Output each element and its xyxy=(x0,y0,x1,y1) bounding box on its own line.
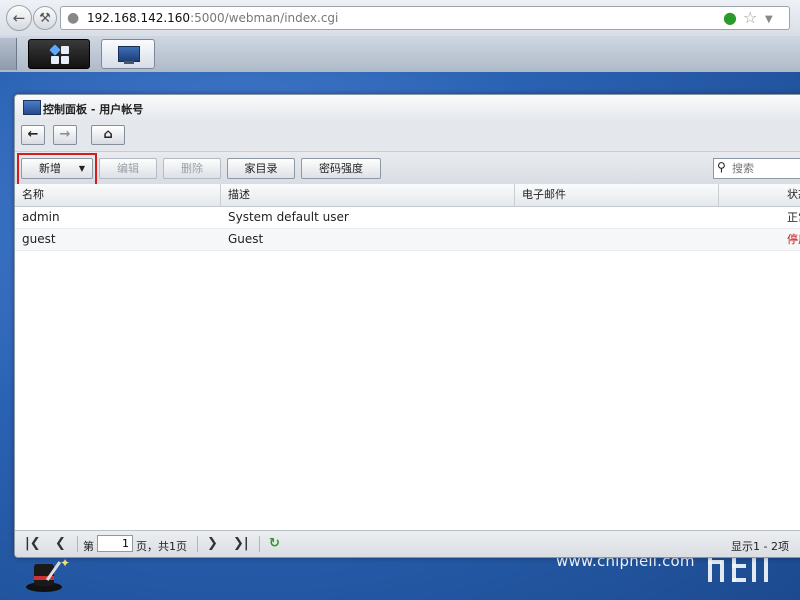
taskbar-control-panel-button[interactable] xyxy=(101,39,155,69)
key-icon: ⚒ xyxy=(39,10,51,26)
prev-page-button[interactable]: ❮ xyxy=(55,536,66,551)
first-page-button[interactable]: |❮ xyxy=(25,536,41,551)
column-header-description[interactable]: 描述 xyxy=(221,184,515,206)
wizard-hat-icon[interactable]: ✦ xyxy=(26,556,70,600)
page-suffix: 页，共1页 xyxy=(136,540,187,553)
delete-button[interactable]: 删除 xyxy=(163,158,221,179)
back-arrow-icon: ← xyxy=(12,9,26,27)
page-prefix: 第 xyxy=(83,540,94,553)
cell-email xyxy=(515,207,719,228)
column-header-name[interactable]: 名称 xyxy=(15,184,221,206)
user-toolbar: 新增 ▼ 编辑 删除 家目录 密码强度 ⚲ xyxy=(15,151,800,186)
cell-name: admin xyxy=(22,210,60,224)
pager-divider xyxy=(197,536,198,552)
table-row[interactable]: guest Guest 停用 xyxy=(15,229,800,251)
cell-description: Guest xyxy=(228,232,264,246)
arrow-right-icon: → xyxy=(59,127,71,142)
page-number-input[interactable] xyxy=(97,535,133,552)
go-icon[interactable]: ● xyxy=(723,10,737,26)
home-directory-button[interactable]: 家目录 xyxy=(227,158,295,179)
search-icon: ⚲ xyxy=(717,160,726,174)
add-button-label: 新增 xyxy=(39,162,61,175)
next-page-button[interactable]: ❯ xyxy=(207,536,218,551)
nav-back-button[interactable]: ← xyxy=(21,125,45,145)
control-panel-window: 控制面板 - 用户帐号 ← → ⌂ 新增 ▼ 编辑 删除 家目录 密码强度 ⚲ … xyxy=(14,94,800,558)
globe-icon: ● xyxy=(67,10,80,26)
navigation-bar: ← → ⌂ xyxy=(15,121,800,151)
main-menu-button[interactable] xyxy=(28,39,90,69)
refresh-icon[interactable]: ↻ xyxy=(269,536,280,551)
table-header: 名称 描述 电子邮件 状态 xyxy=(15,184,800,207)
edit-button[interactable]: 编辑 xyxy=(99,158,157,179)
url-host: 192.168.142.160 xyxy=(87,11,191,25)
search-box[interactable]: ⚲ xyxy=(713,158,800,179)
dropdown-arrow-icon[interactable]: ▼ xyxy=(765,12,773,28)
password-strength-button[interactable]: 密码强度 xyxy=(301,158,381,179)
window-title: 控制面板 - 用户帐号 xyxy=(43,103,144,116)
add-button[interactable]: 新增 ▼ xyxy=(21,158,93,179)
last-page-button[interactable]: ❯| xyxy=(233,536,249,551)
nav-forward-button[interactable]: → xyxy=(53,125,77,145)
pager-divider xyxy=(77,536,78,552)
taskbar-edge xyxy=(0,38,17,70)
record-summary: 显示1 - 2项 xyxy=(731,540,789,553)
browser-back-button[interactable]: ← xyxy=(6,5,32,31)
window-titlebar[interactable]: 控制面板 - 用户帐号 xyxy=(15,95,800,121)
column-header-status[interactable]: 状态 xyxy=(719,184,800,206)
url-path: :5000/webman/index.cgi xyxy=(190,11,339,25)
table-row[interactable]: admin System default user 正常 xyxy=(15,207,800,229)
dsm-taskbar xyxy=(0,36,800,73)
home-icon: ⌂ xyxy=(103,127,113,142)
control-panel-icon xyxy=(23,100,41,115)
monitor-stand xyxy=(124,61,134,64)
browser-toolbar: ← ⚒ ● 192.168.142.160:5000/webman/index.… xyxy=(0,0,800,37)
pager-divider xyxy=(259,536,260,552)
pagination-bar: |❮ ❮ 第 页，共1页 ❯ ❯| ↻ 显示1 - 2项 xyxy=(15,530,800,557)
dropdown-caret-icon: ▼ xyxy=(78,164,85,173)
url-text: 192.168.142.160:5000/webman/index.cgi xyxy=(87,11,338,25)
user-table: 名称 描述 电子邮件 状态 admin System default user … xyxy=(15,184,800,530)
search-input[interactable] xyxy=(732,161,800,176)
control-panel-icon xyxy=(118,46,140,62)
cell-status: 正常 xyxy=(787,211,800,224)
bookmark-star-icon[interactable]: ☆ xyxy=(743,10,757,26)
site-info-button[interactable]: ⚒ xyxy=(33,6,57,30)
address-bar[interactable]: ● 192.168.142.160:5000/webman/index.cgi … xyxy=(60,6,790,30)
main-menu-icon xyxy=(49,44,69,64)
cell-description: System default user xyxy=(228,210,349,224)
cell-name: guest xyxy=(22,232,56,246)
arrow-left-icon: ← xyxy=(27,127,39,142)
cell-status: 停用 xyxy=(787,233,800,246)
cell-email xyxy=(515,229,719,250)
nav-home-button[interactable]: ⌂ xyxy=(91,125,125,145)
column-header-email[interactable]: 电子邮件 xyxy=(515,184,719,206)
